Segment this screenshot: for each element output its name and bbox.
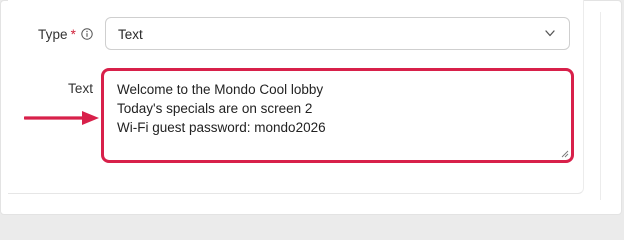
panel-divider (600, 12, 601, 200)
text-textarea[interactable]: Welcome to the Mondo Cool lobby Today's … (101, 68, 574, 163)
type-select-value: Text (118, 27, 143, 42)
type-field-label: Type * (38, 27, 76, 42)
text-line-2: Today's specials are on screen 2 (117, 101, 313, 116)
arrow-right-icon (24, 111, 99, 125)
info-icon[interactable] (81, 28, 93, 40)
type-label-text: Type (38, 27, 68, 42)
text-field-label: Text (68, 81, 94, 96)
type-select[interactable]: Text (105, 17, 570, 50)
text-line-1: Welcome to the Mondo Cool lobby (117, 82, 324, 97)
required-indicator: * (70, 27, 77, 42)
text-line-3: Wi-Fi guest password: mondo2026 (117, 120, 326, 135)
chevron-down-icon (545, 30, 555, 37)
resize-grip-icon[interactable] (561, 150, 569, 158)
